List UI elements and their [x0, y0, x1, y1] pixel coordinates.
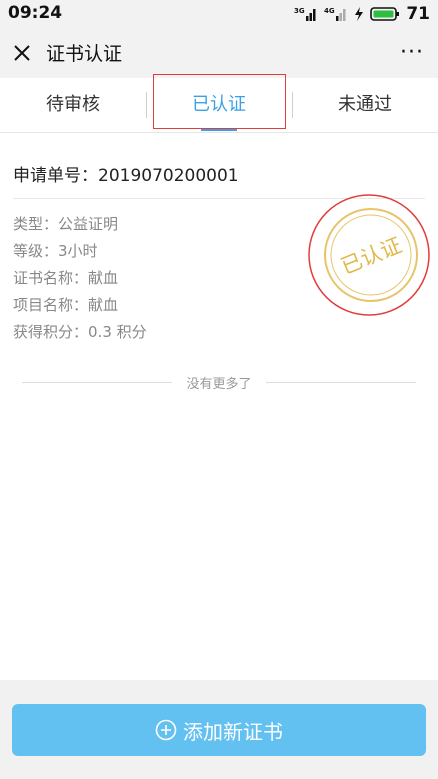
- level-value: 3小时: [58, 242, 98, 260]
- level-label: 等级：: [13, 242, 59, 260]
- status-bar: 09:24 3G 4G 71: [0, 0, 438, 28]
- nav-bar: 证书认证 ···: [0, 28, 438, 78]
- close-icon[interactable]: [10, 41, 34, 65]
- tab-rejected[interactable]: 未通过: [292, 78, 438, 132]
- page-title: 证书认证: [46, 43, 123, 65]
- project-value: 献血: [88, 296, 119, 314]
- type-value: 公益证明: [58, 215, 119, 233]
- level-row: 等级：3小时: [13, 240, 98, 261]
- points-row: 获得积分：0.3 积分: [13, 321, 147, 342]
- status-time: 09:24: [8, 3, 63, 23]
- cert-name-row: 证书名称：献血: [13, 267, 118, 288]
- svg-text:3G: 3G: [294, 7, 305, 15]
- points-label: 获得积分：: [13, 323, 89, 341]
- battery-level: 71: [406, 4, 430, 24]
- tab-pending[interactable]: 待审核: [0, 78, 146, 132]
- list-end-text: 没有更多了: [178, 377, 260, 392]
- svg-text:4G: 4G: [324, 7, 335, 15]
- points-value: 0.3 积分: [88, 323, 147, 341]
- order-number-row: 申请单号：2019070200001: [13, 161, 239, 186]
- add-certificate-label: 添加新证书: [183, 719, 283, 744]
- cert-name-value: 献血: [88, 269, 119, 287]
- cert-name-label: 证书名称：: [13, 269, 89, 287]
- project-label: 项目名称：: [13, 296, 89, 314]
- more-menu-button[interactable]: ···: [400, 40, 424, 65]
- order-number-label: 申请单号：: [13, 166, 98, 186]
- status-icons: 3G 4G 71: [294, 4, 430, 24]
- tab-highlight-box: [153, 74, 286, 129]
- order-number-value: 2019070200001: [98, 166, 239, 186]
- certified-stamp: 已认证: [308, 194, 430, 316]
- footer: 添加新证书: [0, 680, 438, 779]
- plus-circle-icon: [155, 719, 177, 741]
- battery-icon: [370, 7, 400, 21]
- charging-icon: [355, 7, 364, 21]
- signal-4g-icon: 4G: [324, 7, 346, 21]
- add-certificate-button[interactable]: 添加新证书: [12, 704, 426, 756]
- stamp-text: 已认证: [338, 233, 405, 279]
- signal-3g-icon: 3G: [294, 7, 316, 21]
- list-end-indicator: 没有更多了: [0, 372, 438, 392]
- project-row: 项目名称：献血: [13, 294, 118, 315]
- type-row: 类型：公益证明: [13, 213, 118, 234]
- type-label: 类型：: [13, 215, 59, 233]
